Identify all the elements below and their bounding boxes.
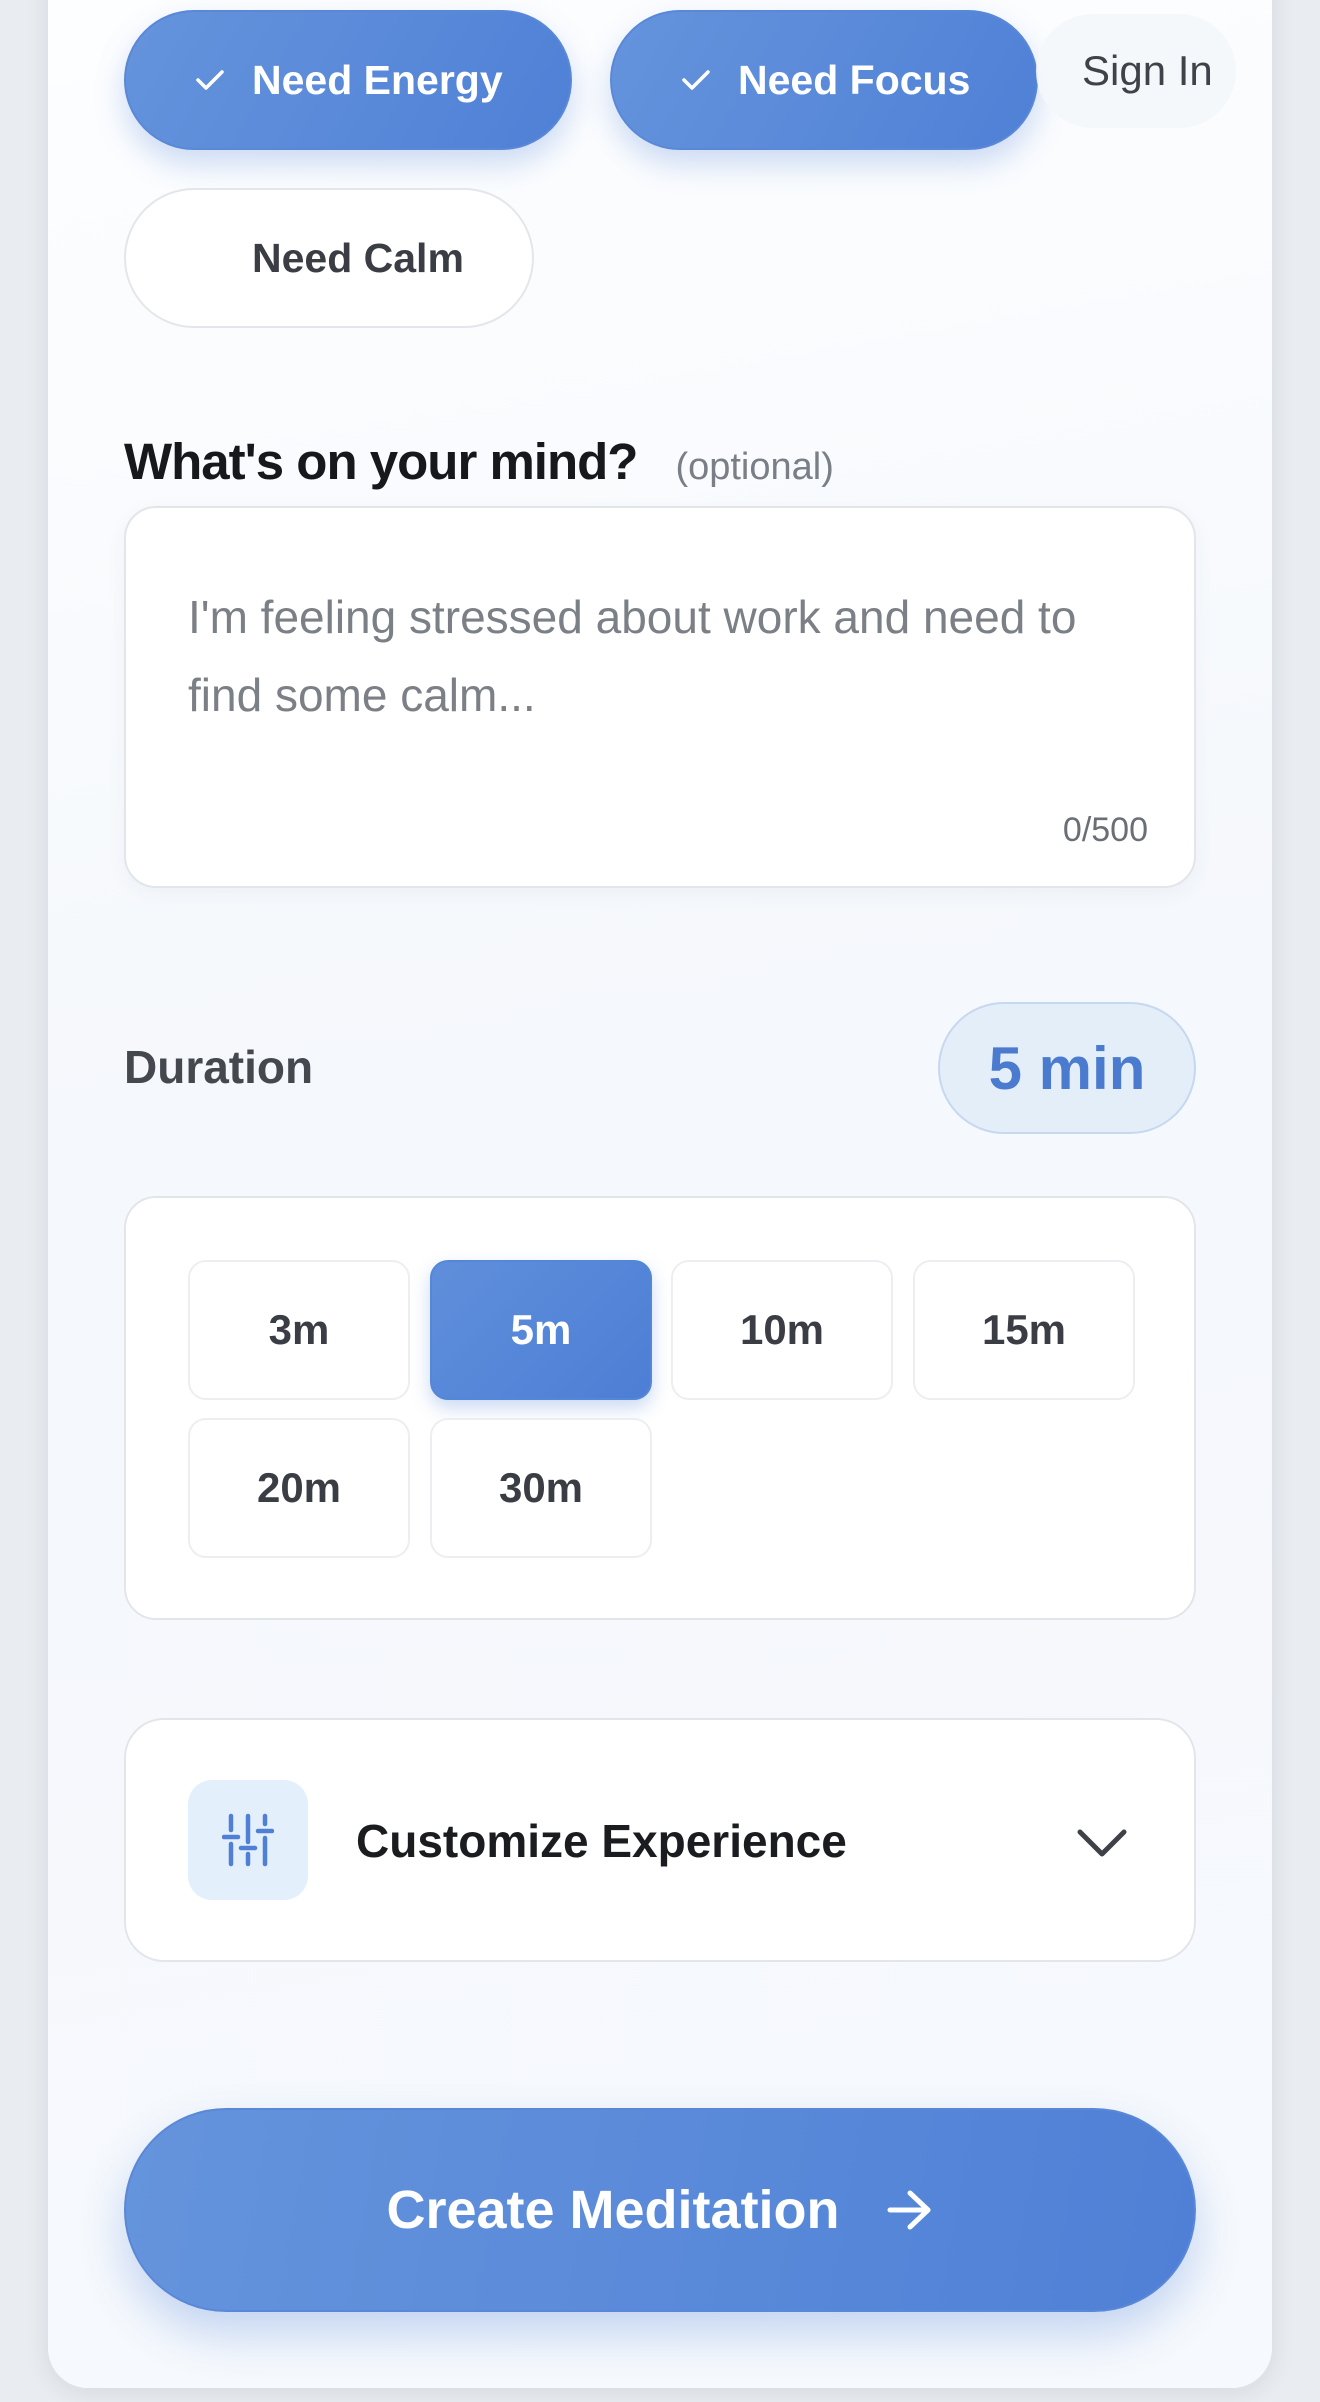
check-icon xyxy=(674,68,718,92)
optional-label: (optional) xyxy=(675,446,834,488)
duration-option-10m[interactable]: 10m xyxy=(671,1260,893,1400)
customize-experience-toggle[interactable]: Customize Experience xyxy=(124,1718,1196,1962)
chip-label: Need Calm xyxy=(252,234,464,281)
chip-need-focus[interactable]: Need Focus xyxy=(610,10,1038,150)
chip-label: Need Energy xyxy=(252,56,503,103)
chip-need-calm[interactable]: Need Calm xyxy=(124,188,534,328)
sign-in-button[interactable]: Sign In xyxy=(1036,14,1236,128)
duration-option-5m[interactable]: 5m xyxy=(430,1260,652,1400)
check-icon xyxy=(188,68,232,92)
duration-label: Duration xyxy=(124,1041,314,1093)
chip-need-energy[interactable]: Need Energy xyxy=(124,10,572,150)
duration-badge: 5 min xyxy=(938,1002,1196,1134)
mind-heading: What's on your mind? (optional) xyxy=(124,432,834,491)
duration-option-15m[interactable]: 15m xyxy=(913,1260,1135,1400)
mind-placeholder: I'm feeling stressed about work and need… xyxy=(188,591,1077,721)
duration-options: 3m 5m 10m 15m 20m 30m xyxy=(124,1196,1196,1620)
cta-label: Create Meditation xyxy=(386,2180,840,2240)
duration-option-30m[interactable]: 30m xyxy=(430,1418,652,1558)
meditation-form-card xyxy=(48,0,1272,2388)
customize-label: Customize Experience xyxy=(356,1815,847,1867)
arrow-right-icon xyxy=(886,2188,934,2232)
duration-option-20m[interactable]: 20m xyxy=(188,1418,410,1558)
page-title: What's on your mind? xyxy=(124,433,638,490)
mind-textarea[interactable]: I'm feeling stressed about work and need… xyxy=(124,506,1196,888)
create-meditation-button[interactable]: Create Meditation xyxy=(124,2108,1196,2312)
sliders-icon xyxy=(188,1780,308,1900)
chevron-down-icon xyxy=(1074,1814,1130,1875)
chip-label: Need Focus xyxy=(738,56,971,103)
char-counter: 0/500 xyxy=(1062,811,1148,849)
duration-option-3m[interactable]: 3m xyxy=(188,1260,410,1400)
